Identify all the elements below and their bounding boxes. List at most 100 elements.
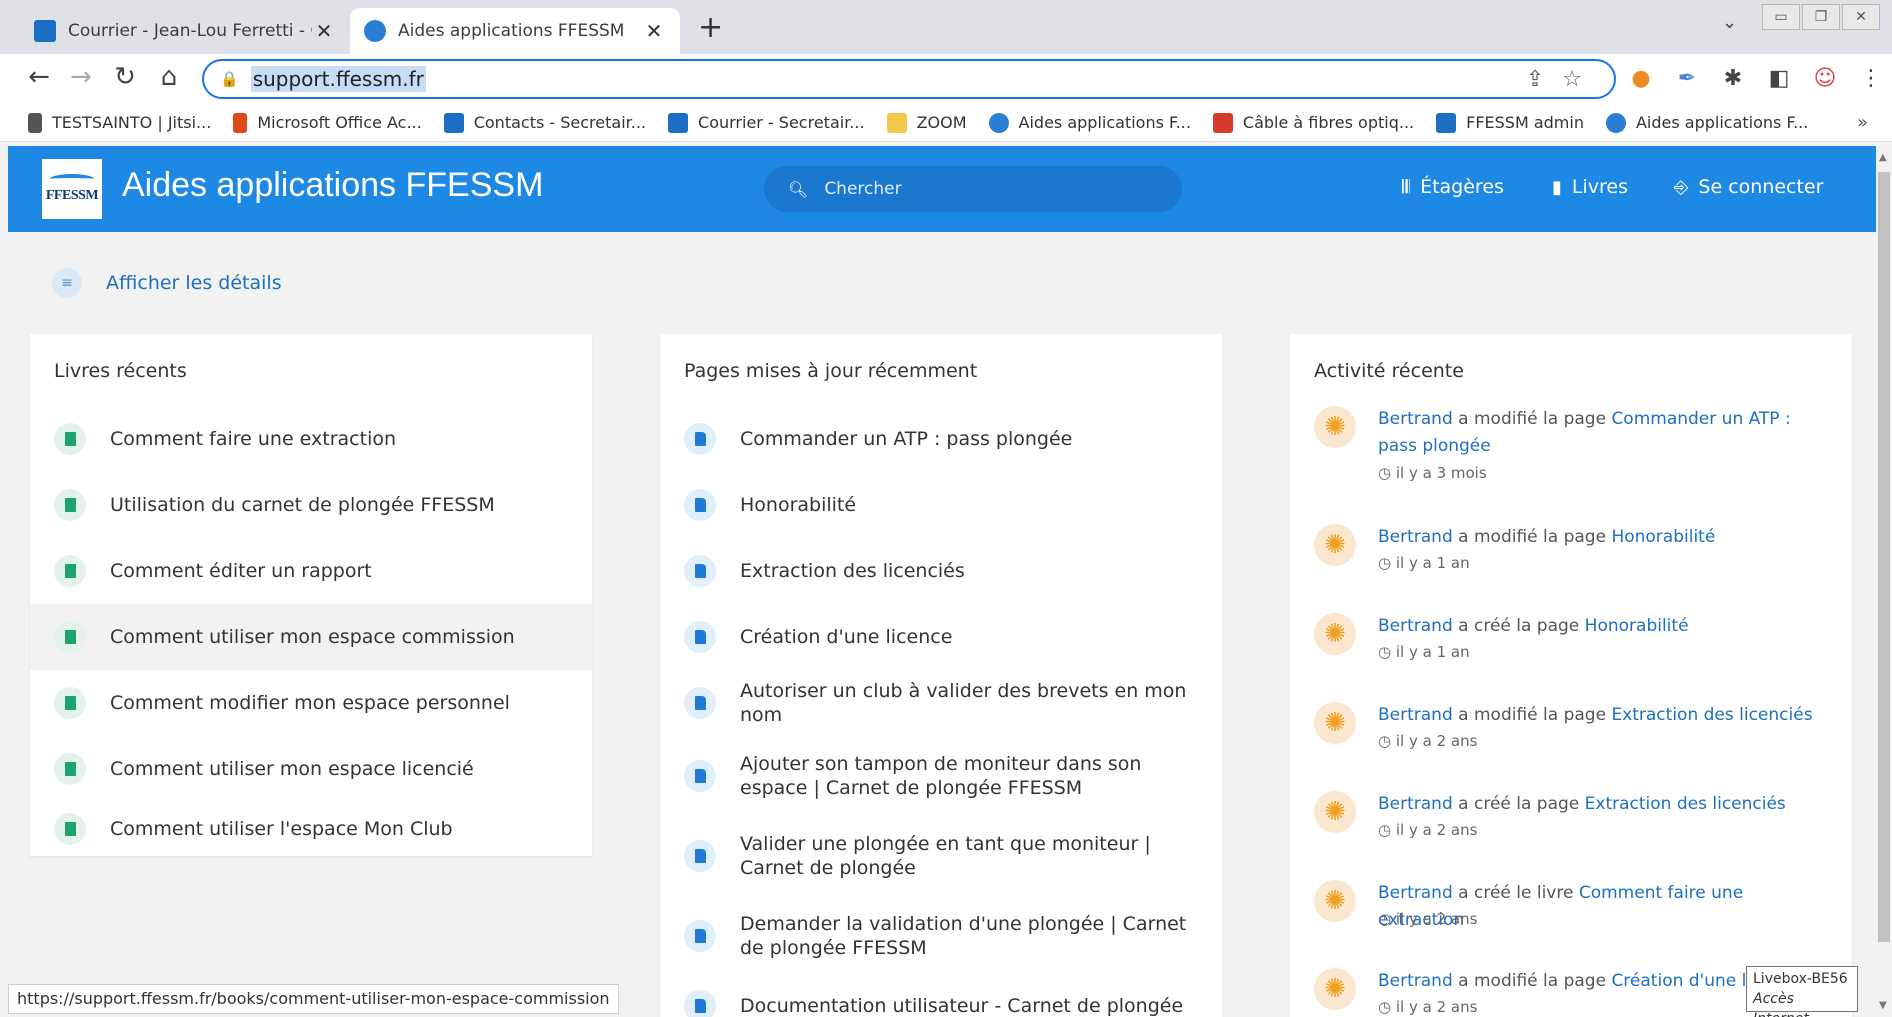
outlook-icon <box>443 112 464 133</box>
reload-icon[interactable]: ↻ <box>108 62 142 92</box>
list-item[interactable]: Honorabilité <box>660 472 1222 538</box>
tab-aides-applications[interactable]: Aides applications FFESSM ✕ <box>350 8 680 54</box>
activity-time-label: il y a 2 ans <box>1395 998 1478 1016</box>
bookmarks-overflow-icon[interactable]: » <box>1857 112 1868 133</box>
list-item[interactable]: Comment utiliser mon espace commission <box>30 604 592 670</box>
bookmark-item[interactable]: Contacts - Secretair... <box>443 112 646 133</box>
extensions-puzzle-icon[interactable]: ✱ <box>1720 66 1746 91</box>
clock-icon: ◷ <box>1378 821 1392 839</box>
recent-activity-card: Activité récente ✺ Bertrand a modifié la… <box>1290 334 1852 1017</box>
bookmark-item[interactable]: Câble à fibres optiq... <box>1212 112 1415 133</box>
close-tab-icon[interactable]: ✕ <box>642 19 666 43</box>
activity-user-link[interactable]: Bertrand <box>1378 527 1453 547</box>
address-bar[interactable]: 🔒 support.ffessm.fr ⇪☆ <box>202 59 1616 99</box>
tab-search-icon[interactable]: ⌄ <box>1722 12 1737 33</box>
maximize-button[interactable]: ❐ <box>1802 4 1840 30</box>
scroll-down-icon[interactable]: ▼ <box>1879 1000 1887 1011</box>
book-title: Comment modifier mon espace personnel <box>110 692 510 714</box>
page-icon <box>684 840 716 872</box>
activity-user-link[interactable]: Bertrand <box>1378 409 1453 429</box>
login-icon: ⎆ <box>1674 176 1689 198</box>
user-avatar[interactable]: ✺ <box>1314 702 1356 744</box>
bookmark-item[interactable]: FFESSM admin <box>1436 112 1584 133</box>
user-avatar[interactable]: ✺ <box>1314 613 1356 655</box>
user-avatar[interactable]: ✺ <box>1314 968 1356 1010</box>
nav-login[interactable]: ⎆ Se connecter <box>1674 176 1823 198</box>
side-panel-icon[interactable]: ◧ <box>1766 66 1792 91</box>
url-text[interactable]: support.ffessm.fr <box>250 66 426 92</box>
bookmark-item[interactable]: Courrier - Secretair... <box>668 112 865 133</box>
scrollbar-thumb[interactable] <box>1878 172 1890 942</box>
list-item[interactable]: Commander un ATP : pass plongée <box>660 406 1222 472</box>
back-icon[interactable]: ← <box>22 62 56 92</box>
bookmark-item[interactable]: Microsoft Office Ac... <box>233 112 422 133</box>
list-item[interactable]: Comment éditer un rapport <box>30 538 592 604</box>
activity-target-link[interactable]: Honorabilité <box>1611 527 1715 547</box>
list-item[interactable]: Création d'une licence <box>660 604 1222 670</box>
activity-time-label: il y a 1 an <box>1395 643 1470 661</box>
scroll-up-icon[interactable]: ▲ <box>1879 152 1887 163</box>
list-item[interactable]: Demander la validation d'une plongée | C… <box>660 896 1222 976</box>
close-window-button[interactable]: ✕ <box>1842 4 1880 30</box>
nav-shelves[interactable]: 𝄃𝄃 Étagères <box>1402 176 1504 198</box>
list-item[interactable]: Valider une plongée en tant que moniteur… <box>660 816 1222 896</box>
lock-icon[interactable]: 🔒 <box>220 70 239 88</box>
bookmark-label: Câble à fibres optiq... <box>1242 113 1415 132</box>
show-details-button[interactable]: ≡ Afficher les détails <box>52 268 282 298</box>
home-icon[interactable]: ⌂ <box>152 62 186 92</box>
list-item[interactable]: Comment modifier mon espace personnel <box>30 670 592 736</box>
extension-orange-icon[interactable]: ● <box>1628 66 1654 91</box>
page-title: Création d'une licence <box>740 626 953 648</box>
activity-user-link[interactable]: Bertrand <box>1378 705 1453 725</box>
page-title: Autoriser un club à valider des brevets … <box>740 680 1187 726</box>
new-tab-button[interactable]: + <box>698 10 723 45</box>
list-item[interactable]: Autoriser un club à valider des brevets … <box>660 670 1222 736</box>
card-title: Pages mises à jour récemment <box>684 360 978 382</box>
activity-target-link[interactable]: Extraction des licenciés <box>1585 794 1786 814</box>
list-item[interactable]: Comment utiliser l'espace Mon Club <box>30 802 592 856</box>
activity-text: Bertrand a modifié la page Extraction de… <box>1378 702 1818 729</box>
bookmark-item[interactable]: ZOOM <box>886 112 967 133</box>
activity-user-link[interactable]: Bertrand <box>1378 883 1453 903</box>
activity-user-link[interactable]: Bertrand <box>1378 794 1453 814</box>
user-avatar[interactable]: ✺ <box>1314 880 1356 922</box>
bookmark-item[interactable]: Aides applications F... <box>988 112 1191 133</box>
card-title: Activité récente <box>1314 360 1464 382</box>
office-icon <box>233 112 248 133</box>
user-avatar[interactable]: ✺ <box>1314 524 1356 566</box>
clock-icon: ◷ <box>1378 998 1392 1016</box>
page-icon <box>684 687 716 719</box>
card-title: Livres récents <box>54 360 187 382</box>
ffessm-logo[interactable]: FFESSM <box>42 159 102 219</box>
activity-user-link[interactable]: Bertrand <box>1378 616 1453 636</box>
page-scrollbar[interactable]: ▲ ▼ <box>1876 146 1892 1017</box>
user-avatar[interactable]: ✺ <box>1314 406 1356 448</box>
search-input[interactable]: 🔍︎ Chercher <box>764 166 1182 212</box>
bookmark-star-icon[interactable]: ☆ <box>1562 67 1600 92</box>
nav-books[interactable]: ▮ Livres <box>1552 176 1628 198</box>
list-item[interactable]: Comment utiliser mon espace licencié <box>30 736 592 802</box>
bookmark-label: Courrier - Secretair... <box>698 113 865 132</box>
tab-courrier[interactable]: Courrier - Jean-Lou Ferretti - Out ✕ <box>20 8 350 54</box>
profile-avatar-icon[interactable]: ☺ <box>1812 66 1838 91</box>
extension-feather-icon[interactable]: ✒ <box>1674 66 1700 91</box>
list-item[interactable]: Ajouter son tampon de moniteur dans son … <box>660 736 1222 816</box>
list-item[interactable]: Extraction des licenciés <box>660 538 1222 604</box>
activity-target-link[interactable]: Honorabilité <box>1585 616 1689 636</box>
list-item[interactable]: Utilisation du carnet de plongée FFESSM <box>30 472 592 538</box>
bookmark-item[interactable]: TESTSAINTO | Jitsi... <box>28 112 211 133</box>
tab-strip: Courrier - Jean-Lou Ferretti - Out ✕ Aid… <box>0 0 1892 54</box>
minimize-button[interactable]: ▭ <box>1762 4 1800 30</box>
activity-user-link[interactable]: Bertrand <box>1378 971 1453 991</box>
list-item[interactable]: Documentation utilisateur - Carnet de pl… <box>660 976 1222 1017</box>
menu-kebab-icon[interactable]: ⋮ <box>1858 66 1884 91</box>
share-icon[interactable]: ⇪ <box>1526 67 1562 92</box>
user-avatar[interactable]: ✺ <box>1314 791 1356 833</box>
app-title[interactable]: Aides applications FFESSM <box>122 166 543 205</box>
forward-icon[interactable]: → <box>64 62 98 92</box>
bookmark-item[interactable]: Aides applications F... <box>1605 112 1808 133</box>
close-tab-icon[interactable]: ✕ <box>312 19 336 43</box>
list-item[interactable]: Comment faire une extraction <box>30 406 592 472</box>
activity-time: ◷ il y a 1 an <box>1378 643 1470 661</box>
activity-target-link[interactable]: Extraction des licenciés <box>1611 705 1812 725</box>
